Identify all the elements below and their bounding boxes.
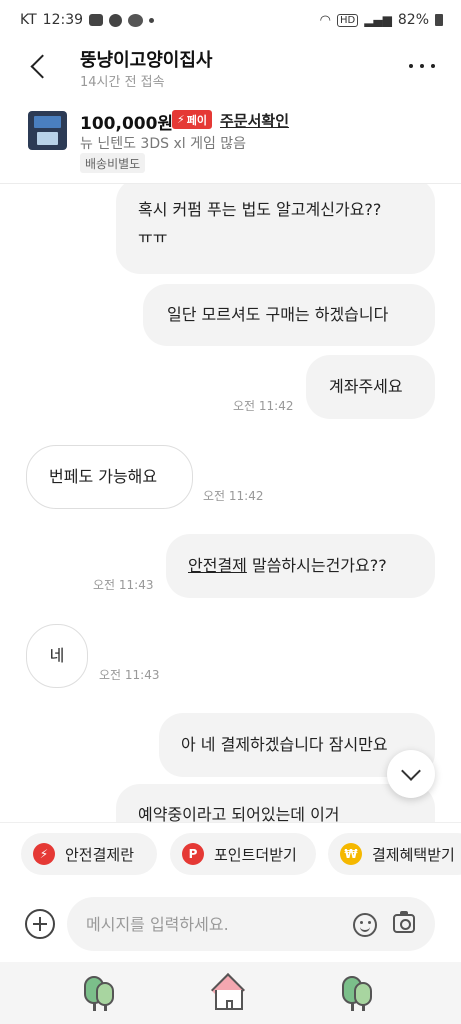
tree-trunk [362,1004,365,1011]
clock: 12:39 [42,12,84,28]
message-text: 아 네 결제하겠습니다 잠시만요 [181,735,388,754]
order-confirm-link[interactable]: 주문서확인 [220,110,289,131]
tree-trunk [351,1002,354,1011]
lightning-icon: ⚡ [33,843,55,865]
message-bubble-incoming: 네 [26,624,88,688]
signal-icon: ▂▄▆ [364,13,392,27]
emoji-icon[interactable] [353,913,377,937]
console-bottom-screen [37,132,58,145]
house-icon[interactable] [209,974,249,1014]
notification-dot-icon [149,17,155,23]
message-bubble-outgoing: 안전결제 말씀하시는건가요?? [166,534,435,598]
message-bubble-outgoing: 예약중이라고 되어있는데 이거 [116,784,435,822]
shipping-badge: 배송비별도 [80,153,146,173]
message-bubble-incoming: 번페도 가능해요 [26,445,193,509]
talk-icon [128,13,144,27]
chip-label: 결제혜택받기 [372,845,455,864]
shop-name[interactable]: 뚱냥이고양이집사 [80,46,212,72]
message-time: 오전 11:43 [99,668,160,682]
message-bubble-outgoing: 혹시 커펌 푸는 법도 알고계신가요?? ㅠㅠ [116,184,435,274]
message-time: 오전 11:42 [203,489,264,503]
hd-label: HD [336,13,359,27]
p-point-icon: P [182,843,204,865]
console-top-screen [34,116,61,128]
dot-icon [409,64,413,68]
message-text: 계좌주세요 [329,377,403,396]
tree-icon[interactable] [340,974,380,1014]
message-bubble-outgoing: 계좌주세요 [306,355,435,419]
scroll-down-button[interactable] [387,750,435,798]
tree-icon[interactable] [82,974,122,1014]
chat-header: 뚱냥이고양이집사 14시간 전 접속 [0,40,461,98]
house-door [226,1000,233,1010]
more-points-chip[interactable]: P 포인트더받기 [170,833,316,875]
tree-crown [96,982,114,1006]
safe-payment-link[interactable]: 안전결제 [188,556,247,575]
wifi-icon: ◠ [319,12,331,28]
tree-trunk [93,1002,96,1011]
product-summary[interactable]: 100,000원 ⚡ 페이 주문서확인 뉴 닌텐도 3DS xl 게임 많음 배… [0,103,461,183]
add-attachment-button[interactable] [25,909,55,939]
gallery-icon [89,14,104,26]
product-price: 100,000원 [80,114,174,134]
last-seen-label: 14시간 전 접속 [80,75,165,90]
safe-payment-chip[interactable]: ⚡ 안전결제란 [21,833,157,875]
dot-icon [431,64,435,68]
message-text: 번페도 가능해요 [49,467,158,486]
pay-badge: ⚡ 페이 [172,110,212,129]
battery-percent: 82% [397,12,429,28]
message-bubble-outgoing: 일단 모르셔도 구매는 하겠습니다 [143,284,435,346]
dot-icon [420,64,424,68]
quick-actions-bar[interactable]: ⚡ 안전결제란 P 포인트더받기 ₩ 결제혜택받기 [0,822,461,886]
chat-messages[interactable]: 혹시 커펌 푸는 법도 알고계신가요?? ㅠㅠ 일단 모르셔도 구매는 하겠습니… [0,184,461,822]
won-coin-icon: ₩ [340,843,362,865]
product-thumbnail[interactable] [28,111,67,150]
carrier-label: KT [20,12,37,28]
chip-label: 포인트더받기 [214,845,297,864]
message-text: 예약중이라고 되어있는데 이거 [138,805,340,822]
message-time: 오전 11:43 [93,578,154,592]
message-text: ㅠㅠ [138,228,168,247]
battery-icon [435,14,443,26]
message-input[interactable] [67,897,435,951]
back-button[interactable] [26,52,54,82]
tree-trunk [104,1004,107,1011]
message-icon [109,13,123,27]
camera-icon[interactable] [393,911,415,933]
bottom-nav [0,962,461,1024]
payment-benefit-chip[interactable]: ₩ 결제혜택받기 [328,833,461,875]
status-bar: KT 12:39 ◠ HD ▂▄▆ 82% [0,0,461,40]
tree-crown [354,982,372,1006]
chip-label: 안전결제란 [65,845,135,864]
message-text: 네 [49,646,65,665]
message-text: 일단 모르셔도 구매는 하겠습니다 [167,305,389,324]
message-composer [0,886,461,962]
message-text: 말씀하시는건가요?? [246,556,387,575]
message-text: 혹시 커펌 푸는 법도 알고계신가요?? [138,200,382,219]
more-options-button[interactable] [409,62,435,70]
pay-badge-label: 페이 [186,113,207,127]
message-time: 오전 11:42 [233,399,294,413]
product-title: 뉴 닌텐도 3DS xl 게임 많음 [80,136,247,152]
lightning-icon: ⚡ [177,113,185,126]
